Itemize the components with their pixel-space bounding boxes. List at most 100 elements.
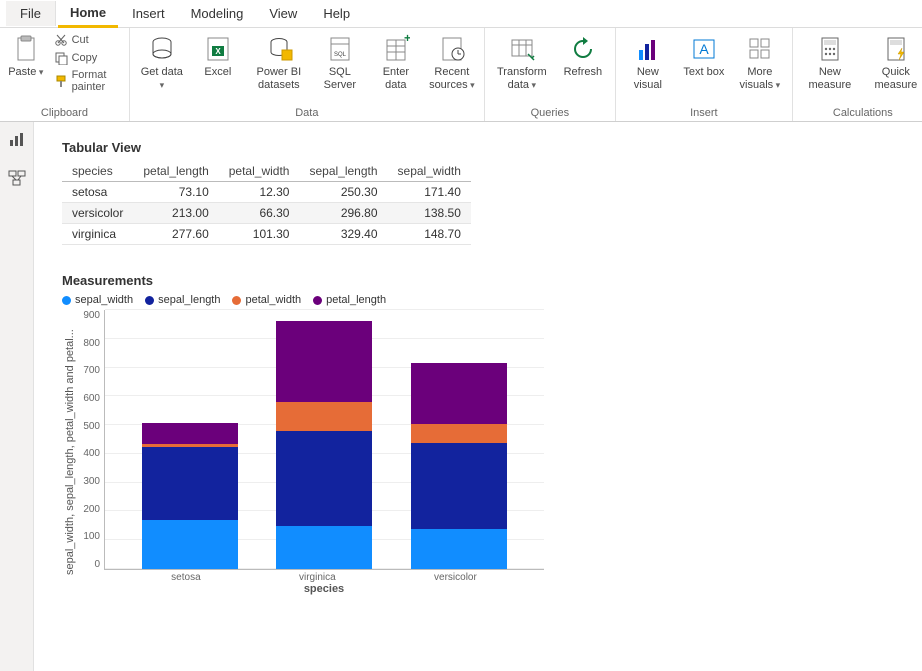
bar-segment[interactable]	[276, 431, 372, 526]
pbi-datasets-button[interactable]: Power BI datasets	[250, 32, 308, 91]
ribbon-group-clipboard: Paste Cut Copy Format painter Clipboard	[0, 28, 130, 121]
legend-dot	[232, 296, 241, 305]
left-nav	[0, 122, 34, 671]
y-axis-title: sepal_width, sepal_length, petal_width a…	[62, 310, 76, 595]
calculations-group-label: Calculations	[801, 106, 922, 119]
format-painter-button[interactable]: Format painter	[52, 68, 121, 94]
ribbon: Paste Cut Copy Format painter Clipboard	[0, 28, 922, 122]
menu-modeling[interactable]: Modeling	[179, 1, 256, 26]
menu-help[interactable]: Help	[311, 1, 362, 26]
bar-segment[interactable]	[411, 443, 507, 529]
col-species: species	[62, 161, 133, 182]
enter-data-button[interactable]: + Enter data	[372, 32, 420, 91]
excel-label: Excel	[204, 66, 231, 79]
text-box-button[interactable]: A Text box	[680, 32, 728, 79]
text-box-label: Text box	[683, 66, 724, 79]
menu-insert[interactable]: Insert	[120, 1, 177, 26]
table-title: Tabular View	[62, 140, 894, 155]
pbi-datasets-label: Power BI datasets	[250, 66, 308, 91]
bar-virginica[interactable]	[276, 321, 372, 569]
x-axis-ticks: setosa virginica versicolor	[104, 570, 544, 583]
report-canvas[interactable]: Tabular View species petal_length petal_…	[34, 122, 922, 671]
table-row[interactable]: virginica 277.60 101.30 329.40 148.70	[62, 224, 471, 245]
menu-view[interactable]: View	[257, 1, 309, 26]
transform-data-label: Transform data	[493, 66, 551, 91]
excel-icon: X	[204, 34, 232, 64]
paste-button[interactable]: Paste	[8, 32, 44, 79]
ribbon-group-data: Get data X Excel Power BI datasets SQL S…	[130, 28, 485, 121]
legend-item[interactable]: petal_width	[232, 294, 301, 306]
y-axis-ticks: 900 800 700 600 500 400 300 200 100 0	[76, 310, 104, 570]
new-visual-button[interactable]: New visual	[624, 32, 672, 91]
chart-bars-area	[104, 310, 544, 570]
excel-button[interactable]: X Excel	[194, 32, 242, 79]
transform-data-button[interactable]: Transform data	[493, 32, 551, 91]
more-visuals-button[interactable]: More visuals	[736, 32, 784, 91]
legend-item[interactable]: sepal_width	[62, 294, 133, 306]
table-visual[interactable]: Tabular View species petal_length petal_…	[62, 140, 894, 245]
bars-container	[105, 310, 544, 569]
bar-segment[interactable]	[142, 520, 238, 570]
copy-icon	[54, 51, 68, 65]
legend-dot	[145, 296, 154, 305]
bar-segment[interactable]	[142, 423, 238, 444]
menu-home[interactable]: Home	[58, 0, 118, 28]
legend-dot	[62, 296, 71, 305]
enter-data-label: Enter data	[372, 66, 420, 91]
report-view-icon	[8, 130, 26, 148]
model-view-icon	[8, 169, 26, 187]
table-header-row: species petal_length petal_width sepal_l…	[62, 161, 471, 182]
bar-segment[interactable]	[411, 529, 507, 569]
database-icon	[148, 34, 176, 64]
menu-bar: File Home Insert Modeling View Help	[0, 0, 922, 28]
chart-icon	[634, 34, 662, 64]
bar-segment[interactable]	[276, 526, 372, 569]
report-view-button[interactable]	[8, 130, 26, 151]
bar-segment[interactable]	[411, 363, 507, 425]
chart-title: Measurements	[62, 273, 894, 288]
chart-legend: sepal_width sepal_length petal_width pet…	[62, 294, 894, 306]
copy-label: Copy	[72, 52, 98, 64]
recent-sources-label: Recent sources	[428, 66, 476, 91]
cut-button[interactable]: Cut	[52, 32, 121, 48]
refresh-label: Refresh	[564, 66, 603, 79]
ribbon-group-queries: Transform data Refresh Queries	[485, 28, 616, 121]
svg-text:X: X	[215, 47, 221, 56]
bar-segment[interactable]	[142, 447, 238, 519]
new-measure-label: New measure	[801, 66, 859, 91]
clipboard-group-label: Clipboard	[8, 106, 121, 119]
paste-label: Paste	[8, 66, 43, 79]
col-sepal-width: sepal_width	[388, 161, 471, 182]
bar-setosa[interactable]	[142, 423, 238, 569]
transform-icon	[508, 34, 536, 64]
queries-group-label: Queries	[493, 106, 607, 119]
workspace: Tabular View species petal_length petal_…	[0, 122, 922, 671]
quick-measure-icon	[882, 34, 910, 64]
ribbon-group-calculations: New measure Quick measure Calculations	[793, 28, 922, 121]
copy-button[interactable]: Copy	[52, 50, 121, 66]
recent-sources-button[interactable]: Recent sources	[428, 32, 476, 91]
bar-versicolor[interactable]	[411, 363, 507, 569]
recent-icon	[438, 34, 466, 64]
get-data-button[interactable]: Get data	[138, 32, 186, 91]
new-measure-button[interactable]: New measure	[801, 32, 859, 91]
model-view-button[interactable]	[8, 169, 26, 190]
table-row[interactable]: versicolor 213.00 66.30 296.80 138.50	[62, 203, 471, 224]
legend-item[interactable]: sepal_length	[145, 294, 220, 306]
sql-server-button[interactable]: SQL SQL Server	[316, 32, 364, 91]
bar-segment[interactable]	[276, 402, 372, 431]
quick-measure-button[interactable]: Quick measure	[867, 32, 922, 91]
svg-text:SQL: SQL	[334, 52, 347, 58]
refresh-button[interactable]: Refresh	[559, 32, 607, 79]
bar-segment[interactable]	[276, 321, 372, 401]
data-group-label: Data	[138, 106, 476, 119]
legend-item[interactable]: petal_length	[313, 294, 386, 306]
col-petal-length: petal_length	[133, 161, 218, 182]
table-row[interactable]: setosa 73.10 12.30 250.30 171.40	[62, 182, 471, 203]
chart-visual[interactable]: Measurements sepal_width sepal_length pe…	[62, 273, 894, 595]
quick-measure-label: Quick measure	[867, 66, 922, 91]
menu-file[interactable]: File	[6, 1, 56, 26]
bar-segment[interactable]	[411, 424, 507, 443]
format-painter-label: Format painter	[72, 69, 119, 93]
sql-icon: SQL	[326, 34, 354, 64]
